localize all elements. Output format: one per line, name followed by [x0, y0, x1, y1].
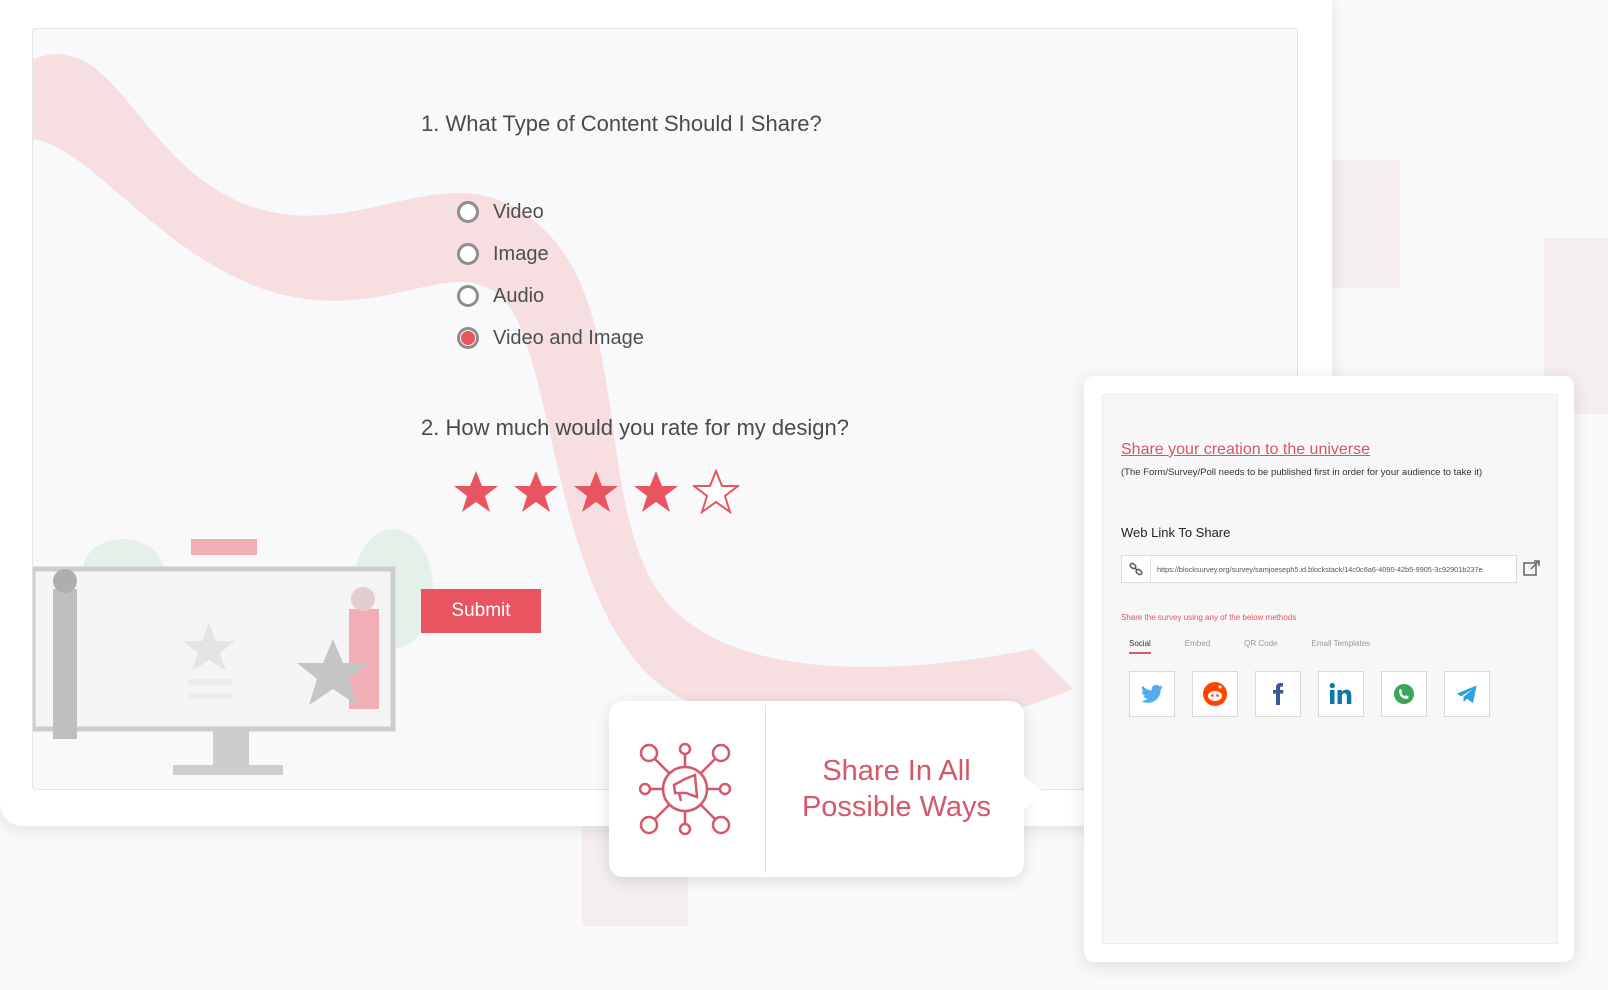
rating-illustration [33, 529, 433, 775]
star-rating [453, 469, 739, 515]
callout-line-1: Share In All [822, 755, 971, 787]
tab-social[interactable]: Social [1129, 639, 1151, 654]
radio-button[interactable] [457, 285, 479, 307]
external-link-icon[interactable] [1523, 559, 1541, 577]
star-filled-icon[interactable] [453, 469, 499, 515]
option-label: Video and Image [493, 326, 644, 349]
weblink-label: Web Link To Share [1121, 525, 1231, 540]
radio-button[interactable] [457, 201, 479, 223]
option-label: Audio [493, 284, 545, 307]
question-1-title: 1. What Type of Content Should I Share? [421, 111, 822, 136]
facebook-share-button[interactable] [1255, 671, 1301, 717]
share-methods-note: Share the survey using any of the below … [1121, 613, 1297, 622]
social-share-buttons [1129, 671, 1490, 717]
linkedin-icon [1329, 682, 1352, 704]
option-video-and-image[interactable]: Video and Image [457, 317, 644, 359]
whatsapp-share-button[interactable] [1381, 671, 1427, 717]
weblink-url: https://blocksurvey.org/survey/samjoesep… [1157, 564, 1483, 574]
option-label: Video [493, 200, 544, 223]
share-callout: Share In All Possible Ways [609, 701, 1046, 877]
reddit-icon [1203, 682, 1227, 706]
radio-button[interactable] [457, 327, 479, 349]
whatsapp-icon [1394, 684, 1414, 704]
share-panel-body: Share your creation to the universe (The… [1102, 394, 1558, 944]
link-icon [1122, 556, 1151, 582]
share-note: (The Form/Survey/Poll needs to be publis… [1121, 467, 1483, 478]
callout-pointer [1022, 775, 1046, 811]
twitter-icon [1141, 684, 1163, 703]
option-image[interactable]: Image [457, 233, 644, 275]
option-label: Image [493, 242, 549, 265]
telegram-share-button[interactable] [1444, 671, 1490, 717]
option-video[interactable]: Video [457, 191, 644, 233]
reddit-share-button[interactable] [1192, 671, 1238, 717]
share-panel: Share your creation to the universe (The… [1084, 376, 1574, 962]
tab-email-templates[interactable]: Email Templates [1312, 639, 1371, 654]
callout-line-2: Possible Ways [801, 791, 992, 823]
tab-embed[interactable]: Embed [1185, 639, 1210, 654]
share-tabs: Social Embed QR Code Email Templates [1129, 639, 1404, 654]
star-empty-icon[interactable] [693, 469, 739, 515]
callout-divider [765, 705, 766, 873]
star-filled-icon[interactable] [513, 469, 559, 515]
tab-qr-code[interactable]: QR Code [1244, 639, 1277, 654]
linkedin-share-button[interactable] [1318, 671, 1364, 717]
megaphone-network-icon [639, 743, 731, 835]
telegram-icon [1457, 685, 1477, 703]
option-audio[interactable]: Audio [457, 275, 644, 317]
facebook-icon [1273, 683, 1284, 705]
star-filled-icon[interactable] [633, 469, 679, 515]
question-2-title: 2. How much would you rate for my design… [421, 415, 849, 440]
radio-button[interactable] [457, 243, 479, 265]
callout-text: Share In All Possible Ways [769, 701, 1024, 877]
weblink-field[interactable]: https://blocksurvey.org/survey/samjoesep… [1121, 555, 1517, 583]
share-title-link[interactable]: Share your creation to the universe [1121, 441, 1370, 459]
question-1-options: Video Image Audio Video and Image [457, 191, 644, 359]
submit-button[interactable]: Submit [421, 589, 541, 633]
star-filled-icon[interactable] [573, 469, 619, 515]
twitter-share-button[interactable] [1129, 671, 1175, 717]
